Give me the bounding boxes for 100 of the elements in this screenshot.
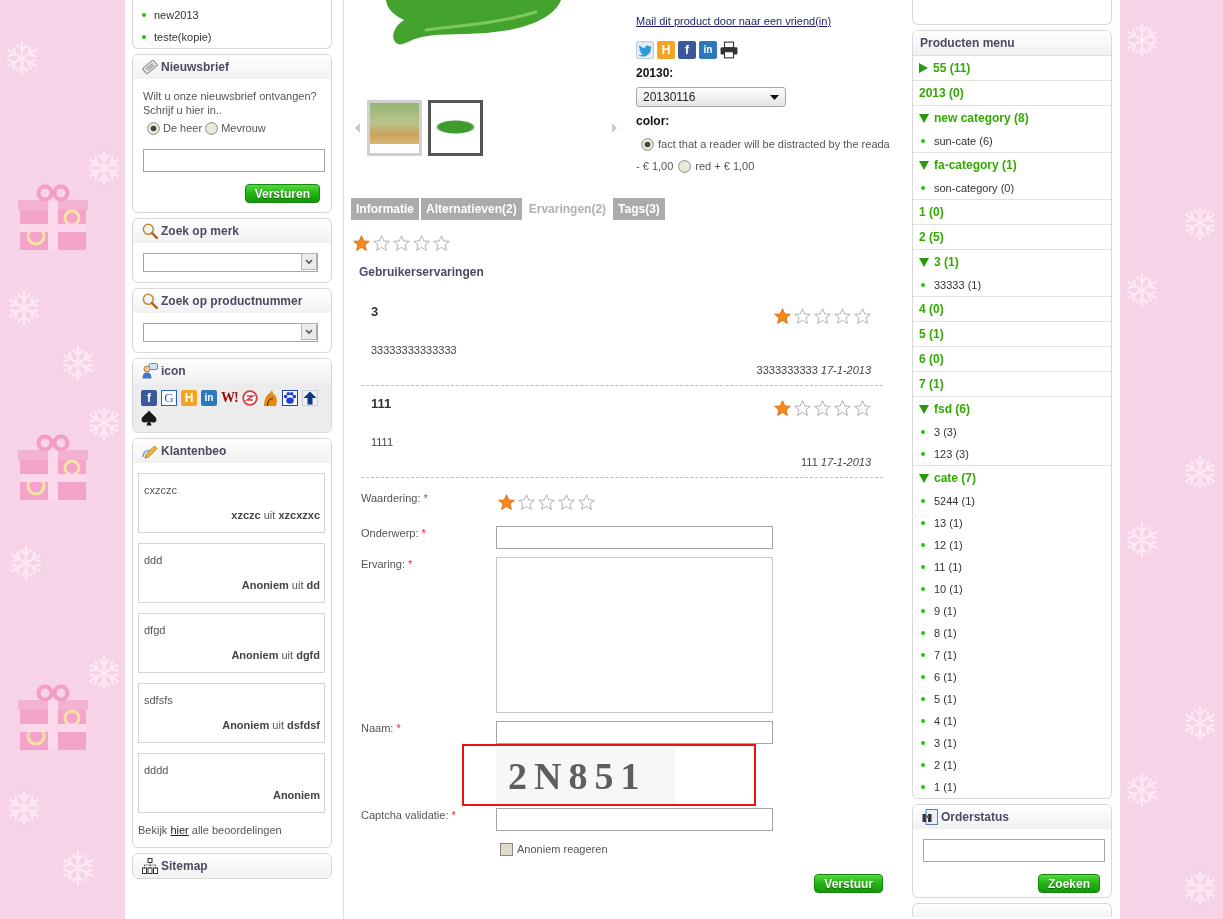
radio-button[interactable] (641, 137, 654, 151)
letter-tile-icon[interactable]: f (141, 390, 157, 406)
review-text: dddd (144, 763, 169, 777)
dropdown[interactable]: 20130116 (636, 87, 786, 107)
spade-icon[interactable] (141, 410, 157, 426)
gift-icon (18, 184, 88, 250)
paw-icon[interactable] (281, 390, 298, 406)
checkbox[interactable] (500, 842, 513, 856)
star-icon[interactable] (538, 494, 555, 510)
reviews-link[interactable]: hier (170, 824, 189, 836)
menu-link[interactable]: 33333 (1) (934, 279, 982, 291)
document-icon (922, 809, 938, 825)
star-icon (814, 308, 831, 324)
up-arrow-icon[interactable] (301, 390, 318, 406)
price-text: - € 1,00 (636, 159, 674, 174)
letter-mark-icon[interactable]: W! (221, 390, 238, 406)
menu-link[interactable]: 12 (1) (934, 539, 963, 551)
menu-link[interactable]: 3 (1) (934, 737, 957, 749)
menu-link[interactable]: 1 (1) (934, 781, 957, 793)
menu-link[interactable]: 5244 (1) (934, 495, 975, 507)
menu-link[interactable]: 2 (1) (934, 759, 957, 771)
caret-down-icon[interactable] (919, 257, 929, 267)
caret-down-icon[interactable] (919, 473, 929, 483)
review-title: 3 (371, 304, 379, 320)
radio-button[interactable] (205, 121, 219, 135)
star-icon[interactable] (578, 494, 595, 510)
option-label: 20130: (636, 66, 674, 80)
bullet-icon (921, 587, 925, 591)
footer-text: Bekijk hier alle beoordelingen (138, 823, 282, 837)
menu-link[interactable]: 5 (1) (934, 693, 957, 705)
left-arrow-icon[interactable] (355, 123, 360, 133)
category-link[interactable]: new2013 (154, 9, 199, 21)
bird-icon[interactable] (636, 41, 654, 59)
menu-link[interactable]: 9 (1) (934, 605, 957, 617)
caret-right-icon[interactable] (919, 63, 928, 73)
radio-label: Mevrouw (221, 122, 266, 134)
gift-icon (18, 434, 88, 500)
dropdown[interactable] (143, 323, 318, 342)
text-field[interactable] (496, 721, 773, 744)
letter-tile-icon[interactable]: in (699, 41, 717, 59)
sitemap-icon (142, 858, 158, 874)
menu-link[interactable]: 7 (1) (934, 649, 957, 661)
review-text: sdfsfs (144, 693, 173, 707)
text-field[interactable] (496, 808, 773, 831)
menu-link[interactable]: 10 (1) (934, 583, 963, 595)
review-title: 111 (371, 396, 392, 412)
letter-tile-icon[interactable]: in (201, 390, 217, 406)
mail-link[interactable]: Mail dit product door naar een vriend(in) (636, 14, 832, 28)
chevron-down-icon (301, 253, 317, 270)
ring-icon[interactable] (241, 390, 258, 406)
menu-link[interactable]: 6 (1) (934, 671, 957, 683)
review-text: 1111 (371, 435, 394, 449)
caret-down-icon[interactable] (919, 404, 929, 414)
menu-link[interactable]: 11 (1) (934, 561, 962, 573)
caret-down-icon[interactable] (919, 113, 929, 123)
menu-link[interactable]: 123 (3) (934, 448, 969, 460)
panel-title: Nieuwsbrief (161, 60, 229, 74)
letter-tile-icon[interactable]: f (678, 41, 696, 59)
menu-link[interactable]: 3 (3) (934, 426, 957, 438)
text-field[interactable] (496, 526, 773, 549)
option-label: color: (636, 114, 670, 128)
caret-down-icon[interactable] (919, 160, 929, 170)
menu-link[interactable]: 4 (1) (934, 715, 957, 727)
menu-link[interactable]: son-category (0) (934, 182, 1015, 194)
bullet-icon (921, 521, 925, 525)
review-author: xzczc uit xzcxzxc (231, 508, 320, 522)
photo-thumbnail[interactable] (428, 100, 483, 156)
bullet-icon (921, 499, 925, 503)
bullet-icon (921, 609, 925, 613)
review-text: 33333333333333 (371, 343, 457, 357)
star-icon[interactable] (498, 494, 515, 510)
star-icon (834, 400, 851, 416)
star-icon[interactable] (518, 494, 535, 510)
printer-icon[interactable] (720, 41, 738, 59)
menu-link[interactable]: sun-cate (6) (934, 135, 993, 147)
input-field[interactable] (923, 839, 1105, 862)
panel-title: Zoek op merk (161, 224, 240, 238)
menu-link[interactable]: 8 (1) (934, 627, 957, 639)
star-icon (794, 308, 811, 324)
category-link[interactable]: teste(kopie) (154, 31, 212, 43)
field-label: Ervaring: * (361, 557, 414, 571)
bullet-icon (921, 785, 925, 789)
star-icon (814, 400, 831, 416)
review-author: Anoniem uit dd (241, 578, 320, 592)
star-icon (413, 235, 430, 251)
bullet-icon (921, 543, 925, 547)
bullet-icon (921, 653, 925, 657)
star-icon[interactable] (558, 494, 575, 510)
radio-button[interactable] (147, 121, 160, 135)
input-field[interactable] (143, 149, 325, 172)
radio-button[interactable] (678, 159, 692, 173)
menu-link[interactable]: 13 (1) (934, 517, 963, 529)
bullet-icon (921, 283, 925, 287)
right-arrow-icon[interactable] (612, 123, 617, 133)
dropdown[interactable] (143, 253, 318, 272)
bullet-icon (921, 675, 925, 679)
star-icon (393, 235, 410, 251)
flame-icon[interactable] (261, 390, 278, 406)
letter-tile-icon[interactable]: G (161, 390, 177, 406)
bullet-icon (142, 13, 146, 17)
